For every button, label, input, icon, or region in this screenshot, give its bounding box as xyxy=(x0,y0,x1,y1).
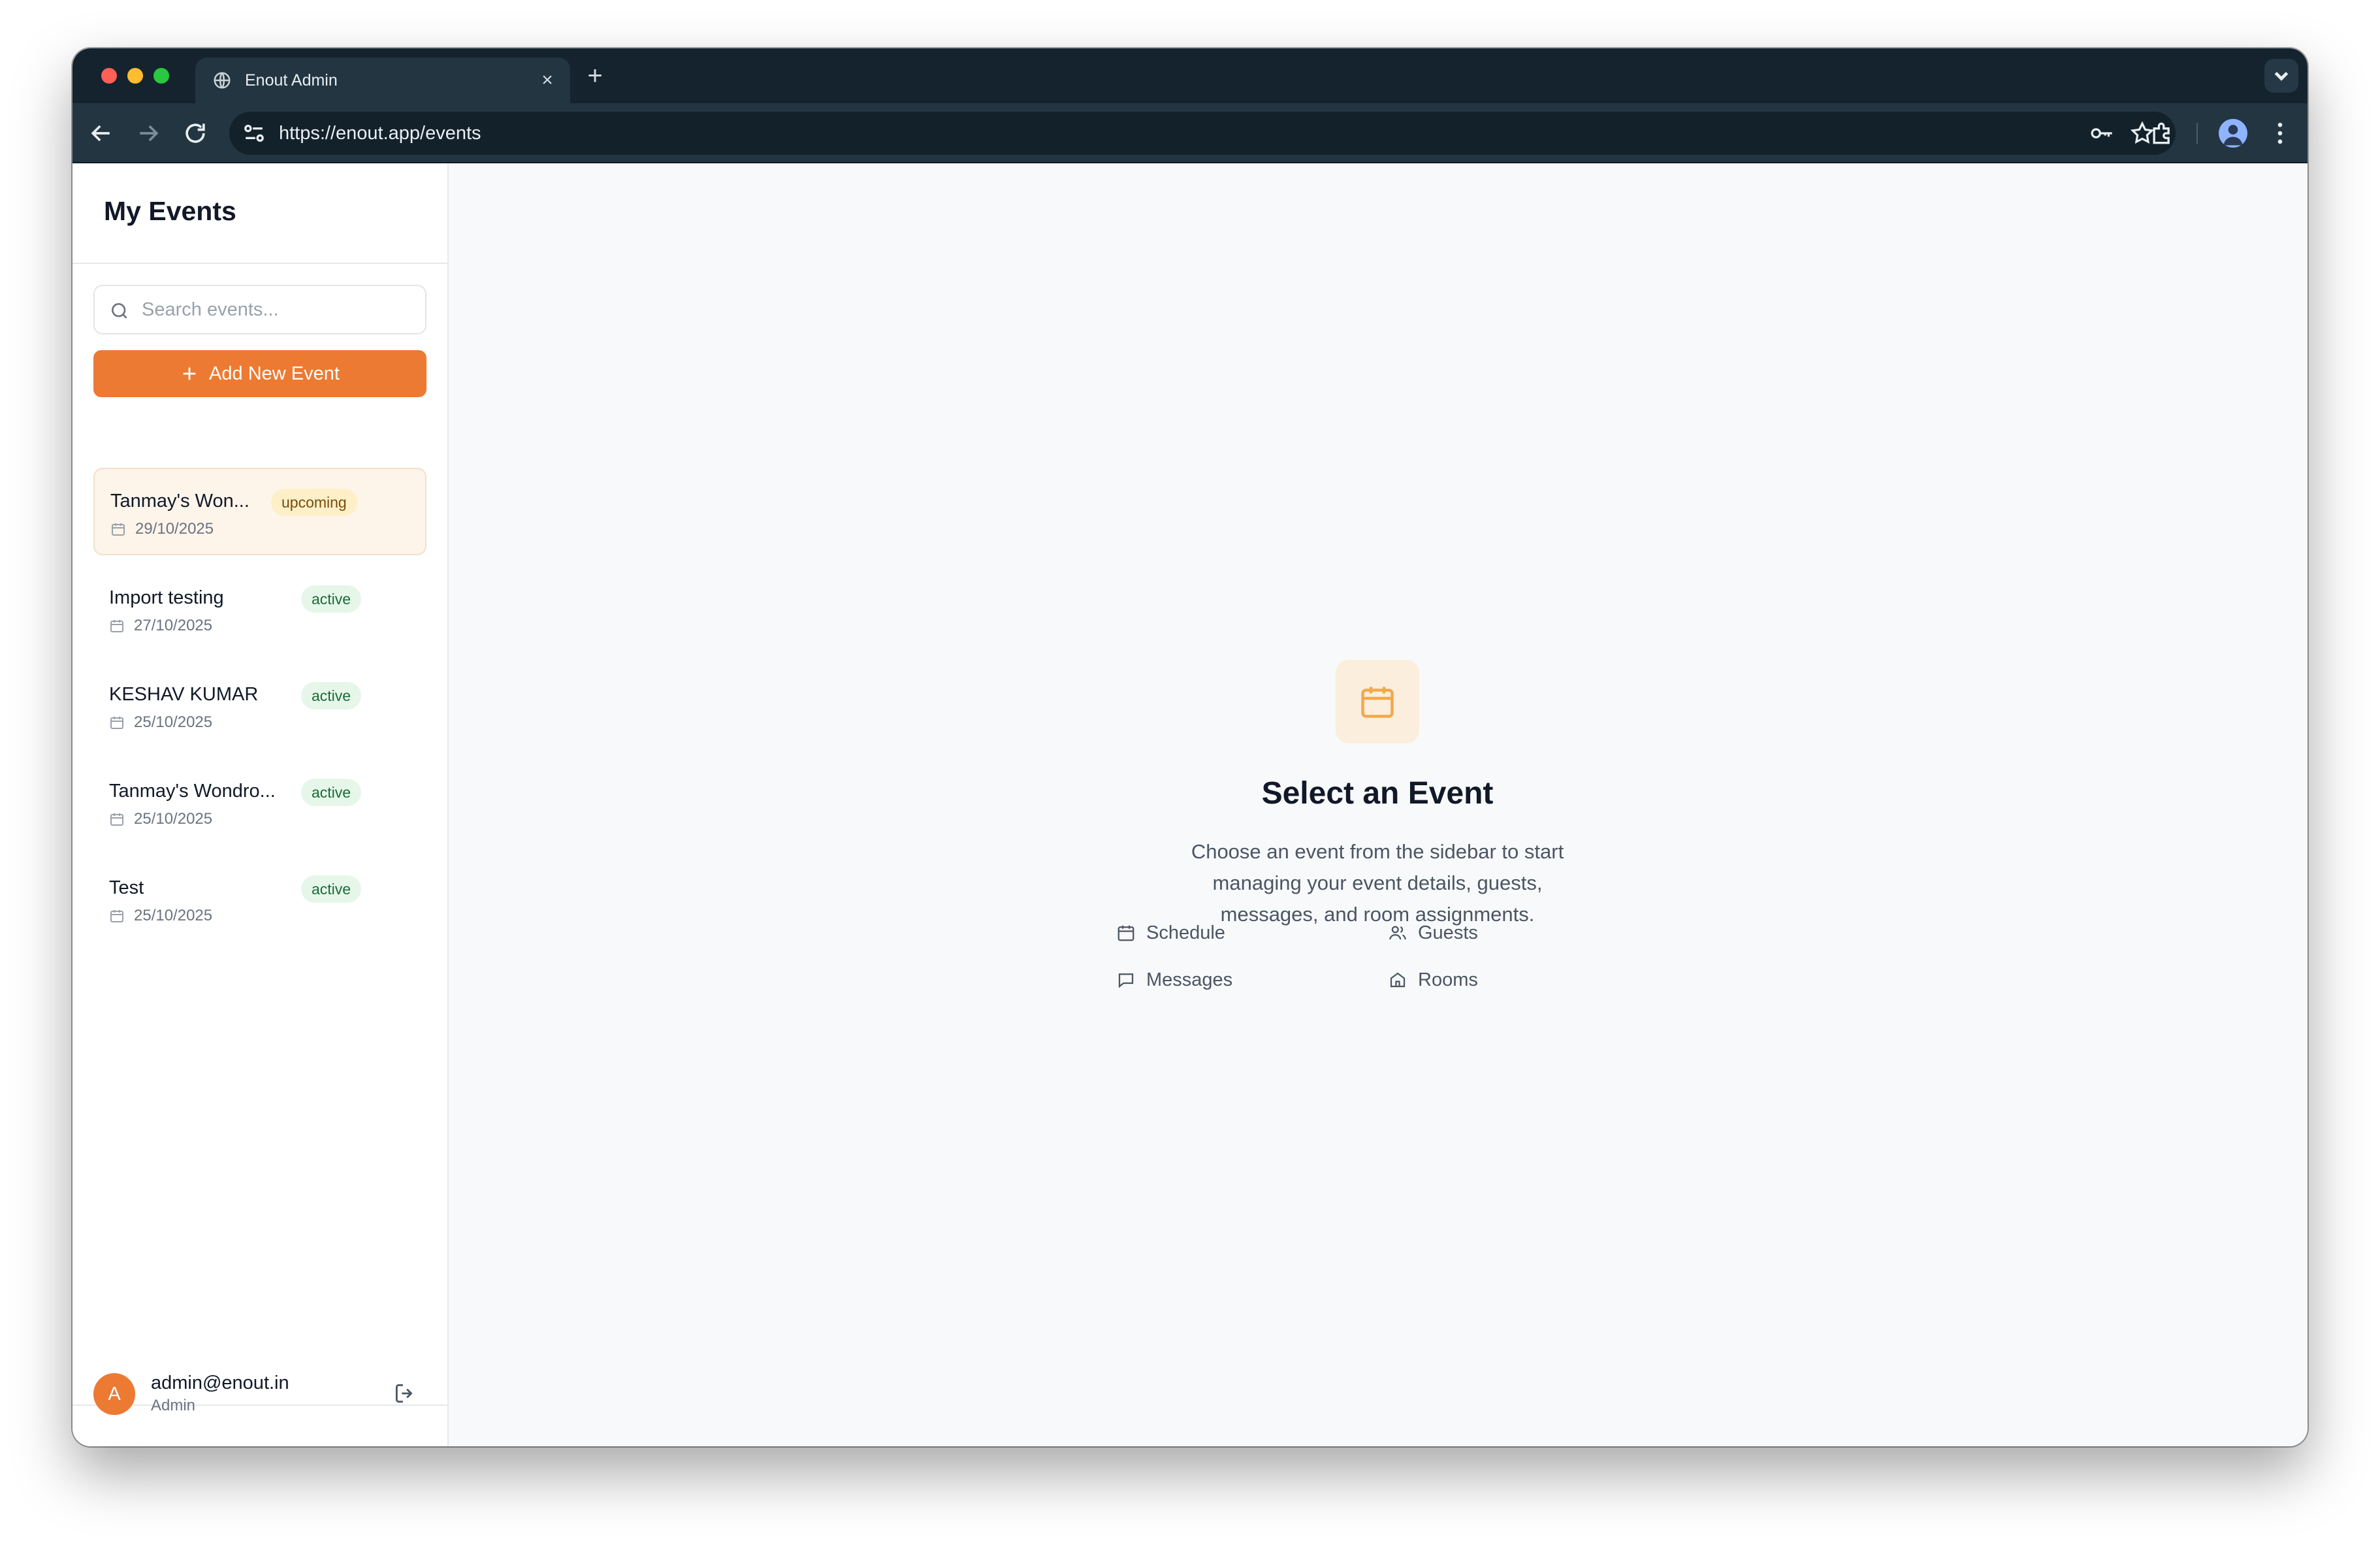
empty-state-title: Select an Event xyxy=(1261,776,1494,811)
event-date: 25/10/2025 xyxy=(134,713,213,731)
feature-guests: Guests xyxy=(1388,920,1478,946)
url-text: https://enout.app/events xyxy=(279,123,481,144)
event-item[interactable]: KESHAV KUMAR active 25/10/2025 xyxy=(93,662,426,750)
profile-avatar[interactable] xyxy=(2219,119,2247,148)
profile-icon xyxy=(2223,125,2243,146)
site-settings-icon[interactable] xyxy=(240,119,268,148)
maximize-window-button[interactable] xyxy=(153,68,169,84)
event-date: 25/10/2025 xyxy=(134,907,213,924)
home-icon xyxy=(1390,972,1406,988)
status-badge-active: active xyxy=(301,682,362,709)
event-name: Tanmay's Wondro... xyxy=(109,781,276,802)
feature-messages: Messages xyxy=(1116,967,1232,993)
reload-icon[interactable] xyxy=(181,119,210,148)
users-icon xyxy=(1389,926,1406,940)
toolbar-divider xyxy=(2196,123,2198,144)
plus-icon xyxy=(183,367,196,380)
minimize-window-button[interactable] xyxy=(127,68,143,84)
event-name: Test xyxy=(109,877,144,898)
more-menu-icon[interactable] xyxy=(2266,119,2294,148)
calendar-icon xyxy=(110,910,123,922)
feature-schedule: Schedule xyxy=(1116,920,1225,946)
event-date: 29/10/2025 xyxy=(135,520,214,538)
feature-label: Schedule xyxy=(1146,922,1225,943)
user-email: admin@enout.in xyxy=(151,1372,289,1393)
event-name: KESHAV KUMAR xyxy=(109,684,259,705)
status-badge-active: active xyxy=(301,585,362,613)
tab-title: Enout Admin xyxy=(245,71,338,89)
event-item-selected[interactable]: Tanmay's Won... upcoming 29/10/2025 xyxy=(93,468,426,555)
calendar-icon xyxy=(1118,925,1134,941)
sidebar-header: My Events xyxy=(72,163,447,264)
browser-toolbar: https://enout.app/events xyxy=(72,103,2308,163)
logout-icon[interactable] xyxy=(393,1381,417,1406)
new-tab-icon[interactable]: + xyxy=(582,63,608,89)
empty-state-description: Choose an event from the sidebar to star… xyxy=(1191,840,1564,926)
events-sidebar: My Events Add New Event Tanmay's Won... xyxy=(72,163,449,1446)
event-item[interactable]: Import testing active 27/10/2025 xyxy=(93,566,426,653)
add-new-event-label: Add New Event xyxy=(209,363,340,384)
feature-label: Guests xyxy=(1418,922,1478,943)
sidebar-footer xyxy=(72,1405,447,1446)
user-role: Admin xyxy=(151,1397,196,1414)
feature-label: Rooms xyxy=(1418,969,1478,990)
calendar-icon xyxy=(110,620,123,632)
back-icon[interactable] xyxy=(87,119,116,148)
chevron-down-icon xyxy=(2274,71,2289,81)
sidebar-title: My Events xyxy=(104,196,236,226)
browser-tab-bar: Enout Admin × + xyxy=(72,48,2308,103)
event-item[interactable]: Tanmay's Wondro... active 25/10/2025 xyxy=(93,759,426,847)
feature-rooms: Rooms xyxy=(1388,967,1478,993)
globe-icon xyxy=(214,72,231,89)
tab-close-icon[interactable]: × xyxy=(536,69,558,91)
close-window-button[interactable] xyxy=(101,68,117,84)
event-name: Tanmay's Won... xyxy=(110,491,249,512)
status-badge-upcoming: upcoming xyxy=(271,489,357,516)
message-icon xyxy=(1118,973,1134,988)
calendar-icon xyxy=(1361,687,1394,718)
extensions-icon[interactable] xyxy=(2148,119,2177,148)
search-box[interactable] xyxy=(93,285,426,334)
calendar-icon xyxy=(110,717,123,729)
tab-search-button[interactable] xyxy=(2264,59,2298,93)
event-name: Import testing xyxy=(109,587,224,608)
forward-icon[interactable] xyxy=(134,119,163,148)
feature-label: Messages xyxy=(1146,969,1233,990)
browser-tab-active[interactable]: Enout Admin × xyxy=(195,57,570,103)
search-icon xyxy=(112,303,127,319)
event-item[interactable]: Test active 25/10/2025 xyxy=(93,856,426,943)
calendar-icon xyxy=(110,813,123,826)
add-new-event-button[interactable]: Add New Event xyxy=(93,350,426,397)
event-date: 25/10/2025 xyxy=(134,810,213,828)
status-badge-active: active xyxy=(301,875,362,903)
user-avatar[interactable]: A xyxy=(93,1373,135,1415)
search-input[interactable] xyxy=(140,293,415,327)
status-badge-active: active xyxy=(301,779,362,806)
calendar-icon xyxy=(112,523,125,536)
browser-window: Enout Admin × + https://enout.app/events xyxy=(72,48,2308,1446)
password-key-icon[interactable] xyxy=(2088,120,2115,147)
empty-state-icon-tile xyxy=(1336,660,1419,743)
event-date: 27/10/2025 xyxy=(134,617,213,634)
address-bar[interactable]: https://enout.app/events xyxy=(229,112,2176,155)
